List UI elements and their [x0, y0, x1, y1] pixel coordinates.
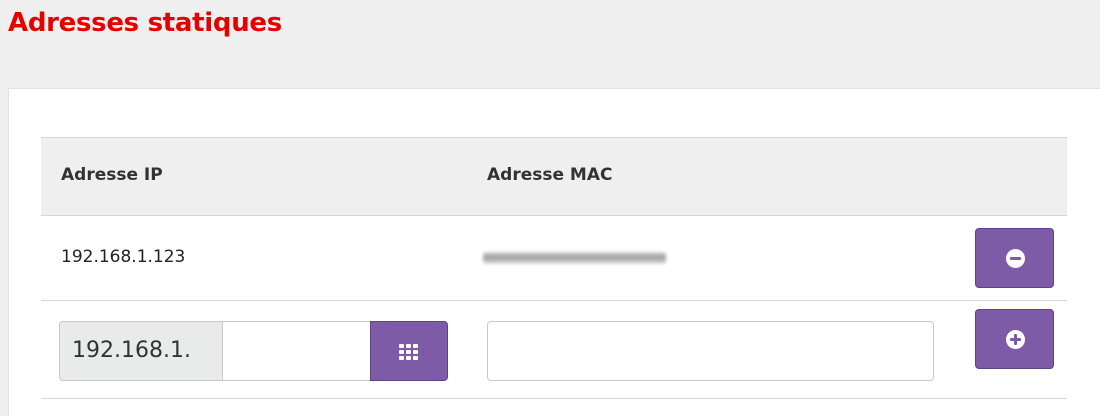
new-entry-row: 192.168.1.: [41, 301, 1067, 399]
page-title: Adresses statiques: [8, 8, 282, 38]
add-entry-button[interactable]: [975, 309, 1054, 369]
minus-circle-icon: [1006, 249, 1025, 268]
grid-icon: [399, 344, 419, 360]
table-header-row: Adresse IP Adresse MAC: [41, 137, 1067, 216]
plus-circle-icon: [1006, 330, 1025, 349]
ip-prefix: 192.168.1.: [59, 321, 222, 381]
remove-entry-button[interactable]: [975, 228, 1054, 288]
ip-address-cell: 192.168.1.123: [61, 247, 186, 267]
column-header-mac: Adresse MAC: [487, 165, 613, 185]
mac-address-cell-blurred: [483, 252, 666, 264]
device-list-button[interactable]: [370, 321, 448, 381]
ip-input-group: 192.168.1.: [59, 321, 448, 381]
column-header-ip: Adresse IP: [61, 165, 163, 185]
page-header: Adresses statiques: [0, 0, 1100, 88]
table-row: 192.168.1.123: [41, 216, 1067, 301]
ip-suffix-input[interactable]: [222, 321, 370, 381]
static-addresses-panel: Adresse IP Adresse MAC 192.168.1.123 192…: [8, 88, 1100, 416]
mac-address-input[interactable]: [487, 321, 934, 381]
